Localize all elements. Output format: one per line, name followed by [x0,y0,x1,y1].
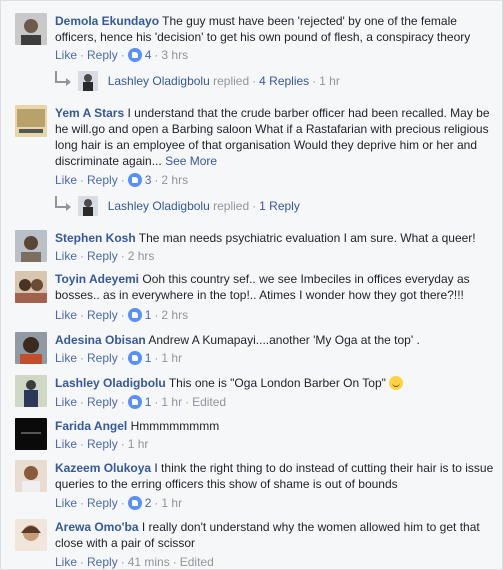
comment-actions: Like · Reply · 1 · 1 hr · Edited [55,395,227,409]
replies-summary[interactable]: Lashley Oladigbolu replied · 4 Replies · 1 h… [55,71,340,91]
comment-body: This one is "Oga London Barber On Top" [168,376,386,390]
like-link[interactable]: Like [55,555,77,569]
like-link[interactable]: Like [55,308,77,322]
replies-count[interactable]: 1 Reply [259,199,300,213]
replied-label: replied [213,199,250,213]
comment-actions: Like · Reply · 2 · 1 hr [55,496,183,510]
commenter-name[interactable]: Demola Ekundayo [55,14,159,28]
reaction-count[interactable]: 1 [145,308,152,322]
like-reaction-icon[interactable] [127,308,142,322]
commenter-name[interactable]: Yem A Stars [55,106,124,120]
like-link[interactable]: Like [55,395,77,409]
comments-panel: Demola Ekundayo The guy must have been '… [0,0,503,570]
timestamp[interactable]: 1 hr [161,496,182,510]
reaction-count[interactable]: 2 [145,496,152,510]
comment-text: Toyin Adeyemi Ooh this country sef.. we … [55,271,495,303]
replier-name[interactable]: Lashley Oladigbolu [108,74,210,88]
reply-arrow-icon [55,71,71,86]
avatar[interactable] [15,519,47,551]
comment-text: Lashley Oladigbolu This one is "Oga Lond… [55,375,495,391]
avatar[interactable] [15,271,47,303]
reaction-count[interactable]: 1 [145,395,152,409]
avatar[interactable] [15,13,47,45]
replier-name[interactable]: Lashley Oladigbolu [108,199,210,213]
comment-body: Andrew A Kumapayi....another 'My Oga at … [148,333,420,347]
reply-link[interactable]: Reply [87,351,118,365]
see-more-link[interactable]: See More [165,154,217,168]
reply-arrow-icon [55,196,71,211]
like-link[interactable]: Like [55,496,77,510]
timestamp[interactable]: 2 hrs [161,308,188,322]
comment-actions: Like · Reply · 1 hr [55,437,149,451]
reply-link[interactable]: Reply [87,496,118,510]
comment-actions: Like · Reply · 1 · 1 hr [55,351,183,365]
timestamp[interactable]: 2 hrs [128,249,155,263]
like-reaction-icon[interactable] [127,351,142,365]
comment-actions: Like · Reply · 1 · 2 hrs [55,308,189,322]
comment-actions: Like · Reply · 4 · 3 hrs [55,48,189,62]
reply-link[interactable]: Reply [87,173,118,187]
commenter-name[interactable]: Stephen Kosh [55,231,136,245]
reaction-count[interactable]: 1 [145,351,152,365]
like-link[interactable]: Like [55,173,77,187]
comment-text: Arewa Omo'ba I really don't understand w… [55,519,495,551]
replies-count[interactable]: 4 Replies [259,74,309,88]
timestamp[interactable]: 2 hrs [161,173,188,187]
like-link[interactable]: Like [55,351,77,365]
commenter-name[interactable]: Lashley Oladigbolu [55,376,166,390]
timestamp[interactable]: 1 hr [161,395,182,409]
replied-label: replied [213,74,250,88]
reply-link[interactable]: Reply [87,555,118,569]
edited-label[interactable]: Edited [180,555,214,569]
avatar[interactable] [15,230,47,262]
avatar[interactable] [15,105,47,137]
comment-body: The man needs psychiatric evaluation I a… [138,231,476,245]
timestamp[interactable]: 3 hrs [161,48,188,62]
comment-text: Farida Angel Hmmmmmmmm [55,418,495,434]
timestamp[interactable]: 1 hr [128,437,149,451]
comment-text: Stephen Kosh The man needs psychiatric e… [55,230,495,246]
comment-actions: Like · Reply · 3 · 2 hrs [55,173,189,187]
reply-link[interactable]: Reply [87,437,118,451]
like-link[interactable]: Like [55,249,77,263]
avatar[interactable] [15,418,47,450]
replies-summary[interactable]: Lashley Oladigbolu replied · 1 Reply [55,196,300,216]
like-reaction-icon[interactable] [127,173,142,187]
avatar[interactable] [15,375,47,407]
timestamp[interactable]: 41 mins [128,555,170,569]
comment-text: Yem A Stars I understand that the crude … [55,105,495,169]
reply-link[interactable]: Reply [87,48,118,62]
reaction-count[interactable]: 3 [145,173,152,187]
smile-emoji-icon [389,376,404,390]
like-link[interactable]: Like [55,48,77,62]
avatar [78,196,99,216]
commenter-name[interactable]: Kazeem Olukoya [55,461,151,475]
comment-actions: Like · Reply · 41 mins · Edited [55,555,214,569]
avatar[interactable] [15,332,47,364]
reply-link[interactable]: Reply [87,249,118,263]
commenter-name[interactable]: Arewa Omo'ba [55,520,139,534]
commenter-name[interactable]: Adesina Obisan [55,333,146,347]
timestamp: 1 hr [319,74,340,88]
reply-link[interactable]: Reply [87,395,118,409]
like-reaction-icon[interactable] [127,496,142,510]
reply-link[interactable]: Reply [87,308,118,322]
like-link[interactable]: Like [55,437,77,451]
avatar [78,71,99,91]
commenter-name[interactable]: Farida Angel [55,419,127,433]
commenter-name[interactable]: Toyin Adeyemi [55,272,139,286]
like-reaction-icon[interactable] [127,48,142,62]
avatar[interactable] [15,460,47,492]
comment-text: Kazeem Olukoya I think the right thing t… [55,460,495,492]
comment-text: Demola Ekundayo The guy must have been '… [55,13,495,45]
timestamp[interactable]: 1 hr [161,351,182,365]
comment-text: Adesina Obisan Andrew A Kumapayi....anot… [55,332,495,348]
like-reaction-icon[interactable] [127,395,142,409]
edited-label[interactable]: Edited [192,395,226,409]
comment-actions: Like · Reply · 2 hrs [55,249,155,263]
comment-body: Hmmmmmmmm [130,419,220,433]
reaction-count[interactable]: 4 [145,48,152,62]
